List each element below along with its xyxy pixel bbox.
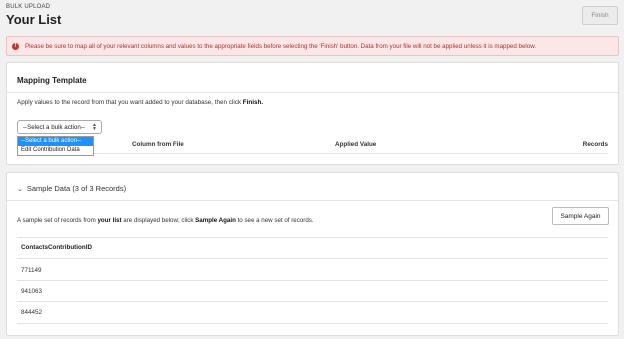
sample-instr-text: A sample set of records from (17, 217, 98, 224)
column-header-records: Records (582, 141, 608, 148)
table-row: 844452 (21, 309, 43, 316)
table-row: 771149 (21, 267, 42, 274)
instructions-text: Apply values to the record from that you… (17, 99, 243, 106)
divider (17, 323, 608, 324)
sample-again-button[interactable]: Sample Again (552, 207, 609, 225)
bulk-action-select[interactable]: --Select a bulk action-- ▲ ▼ (17, 120, 102, 134)
sample-instr-your-list: your list (97, 217, 122, 224)
dropdown-option-select-bulk-action[interactable]: --Select a bulk action-- (18, 137, 93, 146)
divider (17, 280, 608, 281)
divider (17, 237, 608, 238)
column-header-column-from-file: Column from File (132, 141, 184, 148)
divider (7, 200, 618, 201)
mapping-template-card: Mapping Template Apply values to the rec… (6, 62, 619, 165)
sample-instructions: A sample set of records from your list a… (17, 217, 314, 224)
mapping-template-title: Mapping Template (17, 76, 87, 85)
sample-data-label: Sample Data (3 of 3 Records) (26, 184, 127, 193)
column-header-contacts-contribution-id: ContactsContributionID (21, 244, 93, 251)
sample-instr-text: to see a new set of records. (235, 217, 314, 224)
breadcrumb: BULK UPLOAD (6, 4, 51, 10)
select-arrows-icon: ▲ ▼ (92, 122, 97, 132)
mapping-warning-alert: ! Please be sure to map all of your rele… (6, 36, 619, 56)
chevron-down-icon: ⌄ (17, 185, 23, 193)
divider (17, 301, 608, 302)
page-title: Your List (6, 12, 62, 27)
sample-instr-sample-again: Sample Again (195, 217, 236, 224)
divider (7, 92, 618, 93)
divider (17, 258, 608, 259)
sample-data-toggle[interactable]: ⌄ Sample Data (3 of 3 Records) (17, 184, 126, 193)
table-row: 941063 (21, 288, 43, 295)
instructions-finish: Finish. (242, 99, 264, 106)
mapping-instructions: Apply values to the record from that you… (17, 99, 263, 106)
mapping-table-header: Column from File Applied Value Records (17, 139, 608, 153)
sample-instr-text: are displayed below; click (121, 217, 196, 224)
divider (17, 153, 608, 154)
exclamation-icon: ! (12, 42, 19, 50)
page-header: BULK UPLOAD Your List Finish (6, 4, 618, 32)
bulk-action-dropdown: --Select a bulk action-- Edit Contributi… (17, 136, 94, 156)
sample-data-card: ⌄ Sample Data (3 of 3 Records) A sample … (6, 172, 619, 336)
alert-text: Please be sure to map all of your releva… (25, 42, 537, 50)
bulk-action-selected-value: --Select a bulk action-- (23, 123, 85, 131)
finish-button[interactable]: Finish (582, 6, 618, 25)
dropdown-option-edit-contribution-data[interactable]: Edit Contribution Data (18, 146, 93, 155)
column-header-applied-value: Applied Value (335, 141, 377, 148)
